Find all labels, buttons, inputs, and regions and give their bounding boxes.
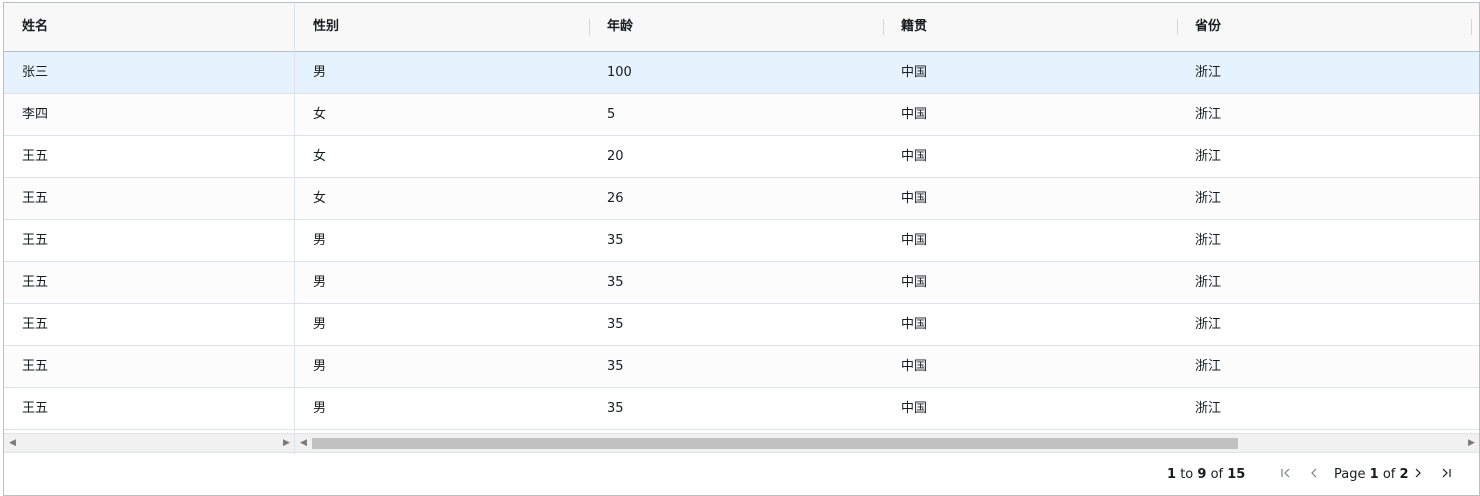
data-grid: 姓名 性别 年龄 籍贯 省份 张三男 100 中国 浙江 李四女 5 中国 浙江 王五女 20 中国… <box>3 2 1480 496</box>
table-cell-province[interactable]: 浙江 <box>1177 136 1471 177</box>
table-cell-origin[interactable]: 中国 <box>883 136 1177 177</box>
column-header-age[interactable]: 年龄 <box>589 3 883 51</box>
table-cell-age[interactable]: 100 <box>589 52 883 93</box>
table-row[interactable]: 李四女 5 中国 浙江 <box>4 94 1479 136</box>
column-header-province[interactable]: 省份 <box>1177 3 1471 51</box>
table-cell-name[interactable]: 王五 <box>4 220 294 261</box>
table-cell-origin[interactable]: 中国 <box>883 346 1177 387</box>
table-cell-age[interactable]: 5 <box>589 94 883 135</box>
table-cell-origin[interactable]: 中国 <box>883 220 1177 261</box>
table-row[interactable]: 王五男 35 中国 浙江 <box>4 304 1479 346</box>
table-cell-province[interactable]: 浙江 <box>1177 304 1471 345</box>
table-cell-name[interactable]: 王五 <box>4 262 294 303</box>
pinned-column-divider <box>294 3 295 453</box>
table-cell-province[interactable]: 浙江 <box>1177 94 1471 135</box>
pagination-panel: 1 to 9 of 15 Page 1 of 2 <box>4 454 1479 495</box>
table-cell-gender[interactable]: 女 <box>295 94 589 135</box>
table-cell-name[interactable]: 王五 <box>4 178 294 219</box>
scrollbar-thumb[interactable] <box>312 438 1238 449</box>
page-indicator: Page 1 of 2 <box>1334 467 1409 483</box>
table-row[interactable]: 王五女 20 中国 浙江 <box>4 136 1479 178</box>
table-cell-name[interactable]: 李四 <box>4 94 294 135</box>
table-cell-gender[interactable]: 男 <box>295 304 589 345</box>
table-cell-name[interactable]: 王五 <box>4 346 294 387</box>
table-cell-gender[interactable]: 男 <box>295 262 589 303</box>
row-end: 9 <box>1197 467 1207 482</box>
table-cell-age[interactable]: 26 <box>589 178 883 219</box>
table-cell-gender[interactable]: 男 <box>295 220 589 261</box>
horizontal-scrollbar[interactable]: ◀ ▶ ◀ ▶ <box>4 433 1479 454</box>
row-start: 1 <box>1167 467 1177 482</box>
table-cell-gender[interactable]: 男 <box>295 388 589 429</box>
table-row[interactable]: 王五男 35 中国 浙江 <box>4 388 1479 430</box>
scroll-right-icon[interactable]: ▶ <box>1468 437 1475 449</box>
next-page-icon[interactable] <box>1409 465 1427 485</box>
of-label: of <box>1210 467 1224 482</box>
previous-page-icon[interactable] <box>1305 465 1323 485</box>
table-cell-age[interactable]: 35 <box>589 388 883 429</box>
row-summary: 1 to 9 of 15 <box>1167 467 1245 483</box>
row-total: 15 <box>1227 467 1246 482</box>
total-pages: 2 <box>1399 467 1409 482</box>
column-header-name[interactable]: 姓名 <box>4 3 294 51</box>
table-row[interactable]: 王五女 26 中国 浙江 <box>4 178 1479 220</box>
page-label: Page <box>1334 467 1366 482</box>
table-cell-gender[interactable]: 男 <box>295 52 589 93</box>
column-resize-handle[interactable] <box>1471 19 1472 35</box>
table-cell-origin[interactable]: 中国 <box>883 388 1177 429</box>
page-of-label: of <box>1382 467 1396 482</box>
table-cell-age[interactable]: 35 <box>589 262 883 303</box>
grid-header: 姓名 性别 年龄 籍贯 省份 <box>4 3 1479 52</box>
last-page-icon[interactable] <box>1437 465 1455 485</box>
to-label: to <box>1180 467 1194 482</box>
first-page-icon[interactable] <box>1277 465 1295 485</box>
table-cell-origin[interactable]: 中国 <box>883 94 1177 135</box>
table-cell-province[interactable]: 浙江 <box>1177 178 1471 219</box>
table-cell-name[interactable]: 张三 <box>4 52 294 93</box>
table-row[interactable]: 张三男 100 中国 浙江 <box>4 52 1479 94</box>
table-cell-age[interactable]: 20 <box>589 136 883 177</box>
table-cell-province[interactable]: 浙江 <box>1177 262 1471 303</box>
table-cell-gender[interactable]: 女 <box>295 136 589 177</box>
scroll-left-icon[interactable]: ◀ <box>9 437 16 449</box>
table-cell-origin[interactable]: 中国 <box>883 262 1177 303</box>
table-cell-age[interactable]: 35 <box>589 220 883 261</box>
table-cell-province[interactable]: 浙江 <box>1177 220 1471 261</box>
table-cell-province[interactable]: 浙江 <box>1177 52 1471 93</box>
table-cell-gender[interactable]: 女 <box>295 178 589 219</box>
table-cell-age[interactable]: 35 <box>589 346 883 387</box>
scroll-right-icon[interactable]: ▶ <box>283 437 290 449</box>
table-row[interactable]: 王五男 35 中国 浙江 <box>4 346 1479 388</box>
current-page: 1 <box>1369 467 1379 482</box>
table-row[interactable]: 王五男 35 中国 浙江 <box>4 262 1479 304</box>
column-header-origin[interactable]: 籍贯 <box>883 3 1177 51</box>
table-cell-province[interactable]: 浙江 <box>1177 346 1471 387</box>
table-cell-gender[interactable]: 男 <box>295 346 589 387</box>
column-header-gender[interactable]: 性别 <box>295 3 589 51</box>
table-cell-name[interactable]: 王五 <box>4 388 294 429</box>
table-cell-origin[interactable]: 中国 <box>883 304 1177 345</box>
scrollbar-divider <box>294 434 295 454</box>
table-cell-province[interactable]: 浙江 <box>1177 388 1471 429</box>
table-cell-name[interactable]: 王五 <box>4 304 294 345</box>
scroll-left-icon[interactable]: ◀ <box>300 437 307 449</box>
table-cell-origin[interactable]: 中国 <box>883 178 1177 219</box>
table-cell-origin[interactable]: 中国 <box>883 52 1177 93</box>
table-cell-name[interactable]: 王五 <box>4 136 294 177</box>
table-cell-age[interactable]: 35 <box>589 304 883 345</box>
table-row[interactable]: 王五男 35 中国 浙江 <box>4 220 1479 262</box>
